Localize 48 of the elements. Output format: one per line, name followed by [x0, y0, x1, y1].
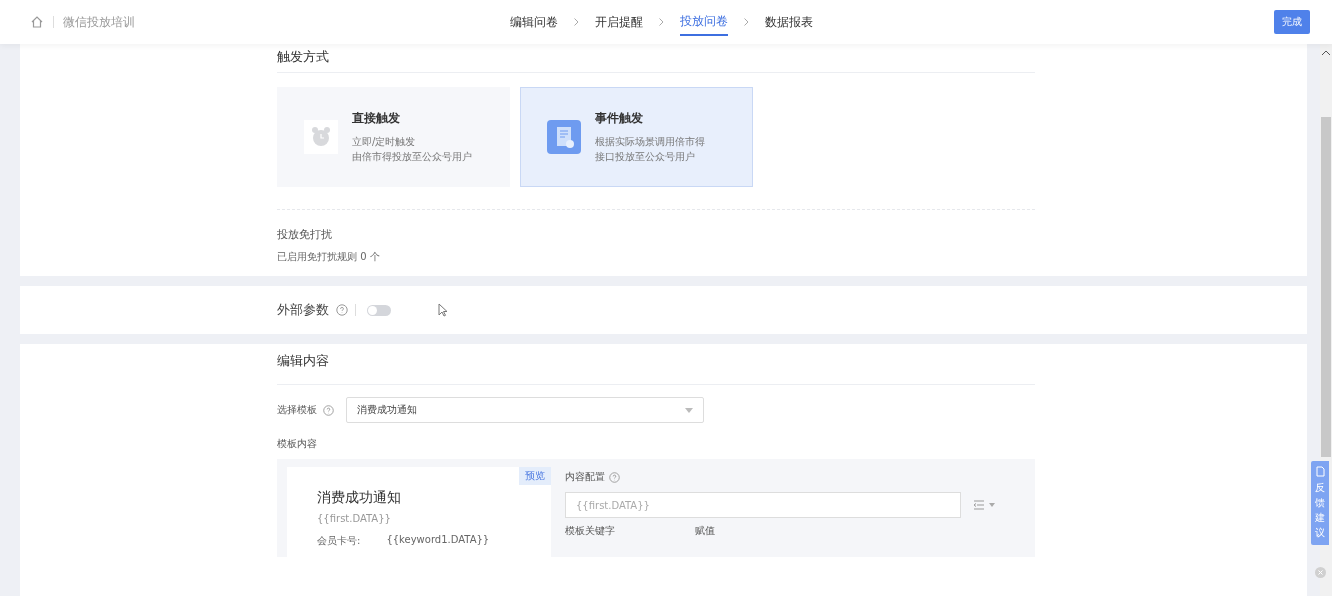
- scroll-up-icon[interactable]: [1322, 50, 1330, 55]
- option-description: 接口投放至公众号用户: [595, 150, 696, 164]
- dnd-title: 投放免打扰: [277, 227, 333, 242]
- column-header: 模板关键字: [565, 524, 616, 538]
- insert-variable-icon[interactable]: [973, 500, 995, 510]
- preview-title: 消费成功通知: [317, 489, 402, 507]
- chevron-icon: [659, 18, 664, 26]
- template-label: 选择模板: [277, 403, 317, 417]
- alarm-clock-icon: [304, 120, 338, 154]
- template-select[interactable]: 消费成功通知: [346, 397, 704, 423]
- dnd-rule-count: 已启用免打扰规则 0 个: [277, 250, 381, 264]
- home-icon[interactable]: [30, 15, 44, 29]
- option-description: 由倍市得投放至公众号用户: [352, 150, 472, 164]
- scrollbar-thumb[interactable]: [1321, 117, 1331, 457]
- option-description: 立即/定时触发: [352, 135, 417, 149]
- document-icon: [1315, 466, 1325, 477]
- preview-tag[interactable]: 预览: [519, 467, 551, 485]
- step-tab[interactable]: 投放问卷: [680, 8, 728, 36]
- section-title: 编辑内容: [277, 352, 330, 370]
- external-params-label: 外部参数: [277, 301, 329, 319]
- option-title: 事件触发: [595, 110, 644, 127]
- config-label: 内容配置: [565, 470, 605, 484]
- preview-variable-text: {{first.DATA}}: [317, 513, 392, 524]
- help-icon[interactable]: [336, 304, 348, 316]
- field-label: 会员卡号:: [317, 534, 361, 548]
- trigger-option[interactable]: 直接触发 立即/定时触发 由倍市得投放至公众号用户: [277, 87, 510, 187]
- column-header: 赋值: [695, 524, 715, 538]
- option-title: 直接触发: [352, 110, 401, 127]
- help-icon[interactable]: [609, 471, 620, 483]
- section-title: 触发方式: [277, 48, 330, 66]
- trigger-option[interactable]: 事件触发 根据实际场景调用倍市得 接口投放至公众号用户: [520, 87, 753, 187]
- chevron-icon: [744, 18, 749, 26]
- option-description: 根据实际场景调用倍市得: [595, 135, 705, 149]
- step-tab[interactable]: 开启提醒: [595, 9, 643, 35]
- cursor-icon: [438, 303, 448, 317]
- help-icon[interactable]: [323, 404, 334, 416]
- first-data-field[interactable]: {{first.DATA}}: [565, 492, 961, 518]
- project-title: 微信投放培训: [63, 13, 135, 31]
- done-button[interactable]: 完成: [1274, 10, 1310, 34]
- document-icon: [547, 120, 581, 154]
- toggle-switch[interactable]: [367, 304, 391, 316]
- template-content-label: 模板内容: [277, 437, 318, 451]
- field-value: {{keyword1.DATA}}: [386, 534, 490, 547]
- chevron-icon: [574, 18, 579, 26]
- close-icon[interactable]: [1315, 567, 1326, 578]
- dropdown-caret-icon: [685, 407, 693, 413]
- step-tab[interactable]: 数据报表: [765, 9, 813, 35]
- step-tab[interactable]: 编辑问卷: [510, 9, 558, 35]
